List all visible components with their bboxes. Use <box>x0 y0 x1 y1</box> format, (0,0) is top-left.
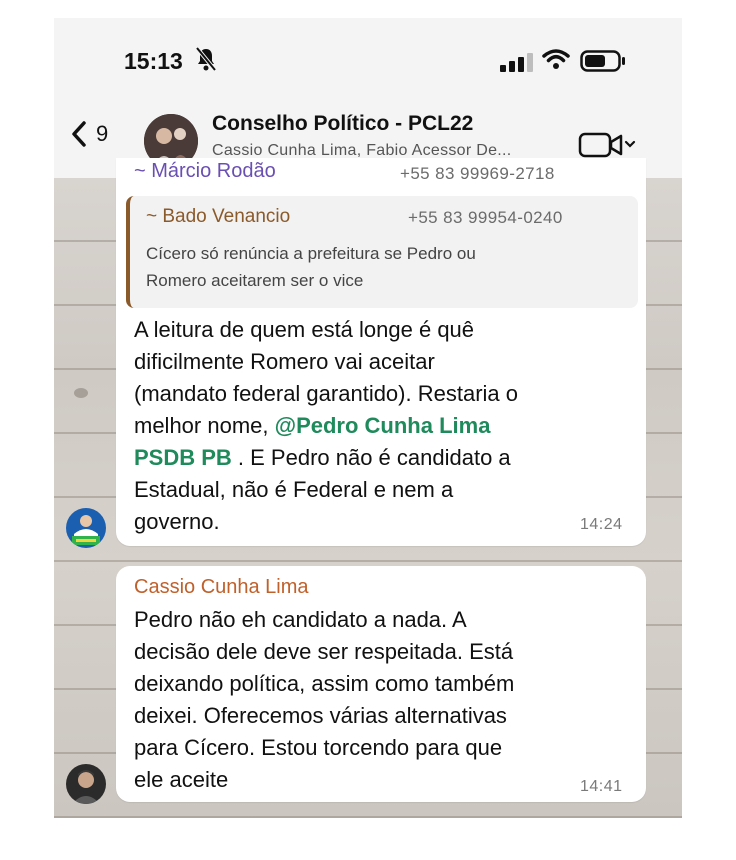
message-line: decisão dele deve ser respeitada. Está <box>134 639 514 664</box>
muted-bell-icon <box>195 46 217 72</box>
sender-avatar[interactable] <box>66 508 106 548</box>
message-line: para Cícero. Estou torcendo para que <box>134 735 503 760</box>
wifi-icon <box>542 49 570 69</box>
quoted-line: Romero aceitarem ser o vice <box>146 271 364 290</box>
quoted-sender: ~ Bado Venancio <box>146 206 291 227</box>
quoted-text: Cícero só renúncia a prefeitura se Pedro… <box>146 240 626 294</box>
battery-icon <box>580 50 625 72</box>
video-call-icon[interactable] <box>578 130 638 160</box>
campaign-avatar-icon <box>66 508 106 548</box>
sender-phone: +55 83 99969-2718 <box>400 164 555 183</box>
message-line: ele aceite <box>134 767 229 792</box>
chevron-left-icon <box>72 121 86 147</box>
status-time: 15:13 <box>124 48 183 74</box>
message-line: dificilmente Romero vai aceitar <box>134 349 435 374</box>
wood-knot <box>74 388 88 398</box>
quoted-phone: +55 83 99954-0240 <box>408 208 563 227</box>
message-text: Pedro não eh candidato a nada. A decisão… <box>134 604 634 796</box>
message-line: melhor nome, @Pedro Cunha Lima <box>134 410 634 442</box>
quoted-line: Cícero só renúncia a prefeitura se Pedro… <box>146 244 476 263</box>
message-line: PSDB PB . E Pedro não é candidato a <box>134 442 634 474</box>
message-bubble[interactable]: Cassio Cunha Lima Pedro não eh candidato… <box>116 566 646 802</box>
message-timestamp: 14:41 <box>580 778 623 795</box>
message-timestamp: 14:24 <box>580 516 623 533</box>
back-button[interactable]: 9 <box>70 120 108 148</box>
chat-title[interactable]: Conselho Político - PCL22 <box>212 112 473 136</box>
mention-link[interactable]: PSDB PB <box>134 445 232 470</box>
quoted-message[interactable]: ~ Bado Venancio +55 83 99954-0240 Cícero… <box>126 196 638 308</box>
mention-link[interactable]: @Pedro Cunha Lima <box>275 413 491 438</box>
sender-avatar[interactable] <box>66 764 106 804</box>
message-bubble[interactable]: ~ Márcio Rodão +55 83 99969-2718 ~ Bado … <box>116 158 646 546</box>
phone-screen: 15:13 9 Conselho Político - PCL22 Cassio… <box>54 18 682 818</box>
message-text-segment: melhor nome, <box>134 413 275 438</box>
cellular-signal-icon <box>500 53 533 72</box>
status-bar: 15:13 <box>54 18 682 102</box>
message-line: (mandato federal garantido). Restaria o <box>134 381 518 406</box>
message-line: governo. <box>134 509 220 534</box>
message-line: deixei. Oferecemos várias alternativas <box>134 703 507 728</box>
message-text: A leitura de quem está longe é quê dific… <box>134 314 634 538</box>
unread-count: 9 <box>96 121 109 146</box>
message-sender[interactable]: ~ Márcio Rodão <box>134 160 276 183</box>
message-line: Pedro não eh candidato a nada. A <box>134 607 467 632</box>
message-line: deixando política, assim como também <box>134 671 515 696</box>
message-text-segment: . E Pedro não é candidato a <box>231 445 511 470</box>
message-line: A leitura de quem está longe é quê <box>134 317 475 342</box>
message-line: Estadual, não é Federal e nem a <box>134 477 454 502</box>
person-avatar-icon <box>66 764 106 804</box>
message-sender[interactable]: Cassio Cunha Lima <box>134 576 309 599</box>
